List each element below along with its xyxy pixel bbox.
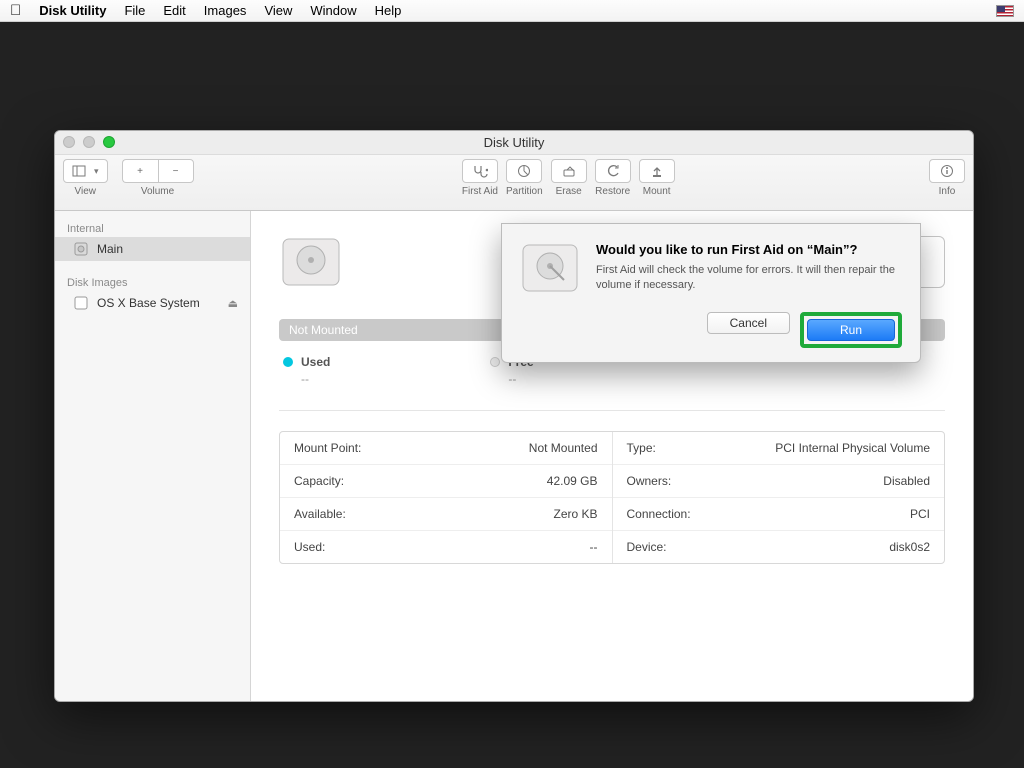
menu-images[interactable]: Images	[204, 3, 247, 18]
sidebar-section-internal: Internal	[55, 217, 250, 237]
volume-label: Volume	[141, 186, 174, 197]
info-key: Connection:	[627, 507, 691, 521]
info-button[interactable]	[929, 159, 965, 183]
dialog-disk-icon	[520, 242, 580, 294]
plus-icon: +	[137, 166, 143, 177]
sidebar: Internal Main Disk Images OS X Base Syst…	[55, 211, 251, 701]
menu-window[interactable]: Window	[310, 3, 356, 18]
menu-edit[interactable]: Edit	[163, 3, 185, 18]
info-val: Disabled	[883, 474, 930, 488]
toolbar: ▾ View + − Volume First Aid Partition	[55, 155, 973, 211]
info-val: 42.09 GB	[547, 474, 598, 488]
used-swatch-icon	[283, 357, 293, 367]
free-swatch-icon	[490, 357, 500, 367]
info-key: Type:	[627, 441, 656, 455]
first-aid-button[interactable]	[462, 159, 498, 183]
sidebar-section-images: Disk Images	[55, 271, 250, 291]
window-zoom-button[interactable]	[103, 136, 115, 148]
info-val: PCI Internal Physical Volume	[775, 441, 930, 455]
partition-label: Partition	[506, 186, 543, 197]
chevron-down-icon: ▾	[94, 166, 99, 177]
window-close-button[interactable]	[63, 136, 75, 148]
info-val: --	[590, 540, 598, 554]
run-button[interactable]: Run	[807, 319, 895, 341]
hdd-icon	[73, 241, 89, 257]
info-table: Mount Point: Not Mounted Capacity: 42.09 G…	[279, 431, 945, 564]
menu-file[interactable]: File	[124, 3, 145, 18]
cancel-button[interactable]: Cancel	[707, 312, 790, 334]
sidebar-item-label: Main	[97, 242, 123, 256]
app-menu[interactable]: Disk Utility	[39, 3, 106, 18]
pie-icon	[517, 164, 531, 178]
mount-icon	[650, 164, 664, 178]
first-aid-label: First Aid	[462, 186, 498, 197]
titlebar: Disk Utility	[55, 131, 973, 155]
info-key: Device:	[627, 540, 667, 554]
diskimage-icon	[73, 295, 89, 311]
content-pane: 42.09 GB Not Mounted Used -- Free --	[251, 211, 973, 701]
apple-menu-icon[interactable]: 	[10, 2, 21, 19]
sidebar-item-main[interactable]: Main	[55, 237, 250, 261]
info-key: Available:	[294, 507, 346, 521]
highlight-box: Run	[800, 312, 902, 348]
info-key: Used:	[294, 540, 325, 554]
sidebar-item-osx-base[interactable]: OS X Base System ⏏	[55, 291, 250, 315]
view-label: View	[75, 186, 97, 197]
used-label: Used	[301, 355, 330, 369]
window-title: Disk Utility	[484, 135, 545, 150]
first-aid-dialog: Would you like to run First Aid on “Main…	[501, 223, 921, 363]
sidebar-icon	[72, 164, 86, 178]
volume-large-icon	[279, 235, 343, 289]
minus-icon: −	[173, 166, 179, 177]
info-val: Zero KB	[553, 507, 597, 521]
erase-label: Erase	[556, 186, 582, 197]
info-label: Info	[939, 186, 956, 197]
info-val: Not Mounted	[529, 441, 598, 455]
info-key: Capacity:	[294, 474, 344, 488]
info-icon	[940, 164, 954, 178]
partition-button[interactable]	[506, 159, 542, 183]
restore-label: Restore	[595, 186, 630, 197]
info-val: PCI	[910, 507, 930, 521]
disk-utility-window: Disk Utility ▾ View + − Volume First Aid	[54, 130, 974, 702]
restore-button[interactable]	[595, 159, 631, 183]
info-key: Owners:	[627, 474, 672, 488]
erase-button[interactable]	[551, 159, 587, 183]
erase-icon	[562, 164, 576, 178]
mount-button[interactable]	[639, 159, 675, 183]
menubar:  Disk Utility File Edit Images View Win…	[0, 0, 1024, 22]
sidebar-item-label: OS X Base System	[97, 296, 200, 310]
view-button[interactable]: ▾	[63, 159, 108, 183]
stethoscope-icon	[472, 164, 488, 178]
volume-add-button[interactable]: +	[122, 159, 158, 183]
info-key: Mount Point:	[294, 441, 361, 455]
used-value: --	[301, 372, 330, 386]
dialog-heading: Would you like to run First Aid on “Main…	[596, 242, 902, 257]
mount-label: Mount	[643, 186, 671, 197]
window-minimize-button[interactable]	[83, 136, 95, 148]
info-val: disk0s2	[889, 540, 930, 554]
menu-view[interactable]: View	[264, 3, 292, 18]
eject-icon[interactable]: ⏏	[228, 297, 238, 310]
restore-icon	[606, 164, 620, 178]
free-value: --	[508, 372, 533, 386]
volume-remove-button[interactable]: −	[158, 159, 194, 183]
dialog-body: First Aid will check the volume for erro…	[596, 263, 902, 293]
menu-help[interactable]: Help	[375, 3, 402, 18]
input-source-flag-icon[interactable]	[996, 5, 1014, 17]
